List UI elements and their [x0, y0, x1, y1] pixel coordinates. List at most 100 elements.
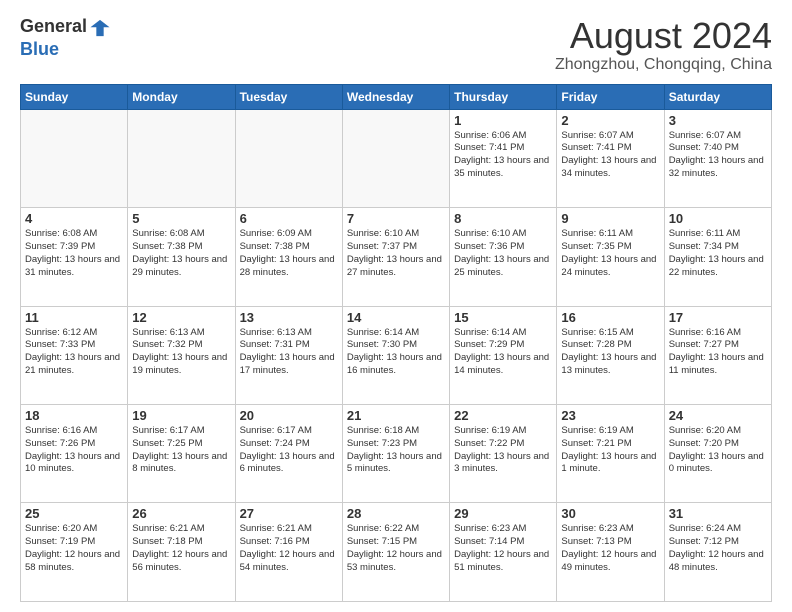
- day-info: Sunrise: 6:06 AM Sunset: 7:41 PM Dayligh…: [454, 130, 552, 181]
- day-number: 18: [25, 408, 123, 423]
- title-section: August 2024 Zhongzhou, Chongqing, China: [555, 16, 772, 74]
- day-info: Sunrise: 6:23 AM Sunset: 7:14 PM Dayligh…: [454, 523, 552, 574]
- calendar-cell: 19 Sunrise: 6:17 AM Sunset: 7:25 PM Dayli…: [128, 405, 235, 503]
- day-info: Sunrise: 6:21 AM Sunset: 7:18 PM Dayligh…: [132, 523, 230, 574]
- calendar-header-monday: Monday: [128, 84, 235, 109]
- calendar-cell: 28Sunrise: 6:22 AM Sunset: 7:15 PM Dayli…: [342, 503, 449, 602]
- day-number: 7: [347, 211, 445, 226]
- calendar-cell: 27Sunrise: 6:21 AM Sunset: 7:16 PM Dayli…: [235, 503, 342, 602]
- day-info: Sunrise: 6:22 AM Sunset: 7:15 PM Dayligh…: [347, 523, 445, 574]
- calendar-cell: 18 Sunrise: 6:16 AM Sunset: 7:26 PM Dayli…: [21, 405, 128, 503]
- day-info: Sunrise: 6:15 AM Sunset: 7:28 PM Dayligh…: [561, 327, 659, 378]
- calendar-cell: 6 Sunrise: 6:09 AM Sunset: 7:38 PM Daylig…: [235, 208, 342, 306]
- day-info: Sunrise: 6:17 AM Sunset: 7:25 PM Dayligh…: [132, 425, 230, 476]
- calendar-header-saturday: Saturday: [664, 84, 771, 109]
- day-number: 16: [561, 310, 659, 325]
- day-info: Sunrise: 6:16 AM Sunset: 7:26 PM Dayligh…: [25, 425, 123, 476]
- day-info: Sunrise: 6:14 AM Sunset: 7:29 PM Dayligh…: [454, 327, 552, 378]
- day-info: Sunrise: 6:20 AM Sunset: 7:19 PM Dayligh…: [25, 523, 123, 574]
- day-info: Sunrise: 6:13 AM Sunset: 7:32 PM Dayligh…: [132, 327, 230, 378]
- calendar-cell: 12 Sunrise: 6:13 AM Sunset: 7:32 PM Dayli…: [128, 306, 235, 404]
- day-number: 20: [240, 408, 338, 423]
- day-info: Sunrise: 6:18 AM Sunset: 7:23 PM Dayligh…: [347, 425, 445, 476]
- calendar-cell: 7 Sunrise: 6:10 AM Sunset: 7:37 PM Daylig…: [342, 208, 449, 306]
- logo-general: General: [20, 16, 87, 36]
- calendar-cell: 1 Sunrise: 6:06 AM Sunset: 7:41 PM Daylig…: [450, 109, 557, 207]
- calendar-cell: 21 Sunrise: 6:18 AM Sunset: 7:23 PM Dayli…: [342, 405, 449, 503]
- day-info: Sunrise: 6:16 AM Sunset: 7:27 PM Dayligh…: [669, 327, 767, 378]
- day-number: 27: [240, 506, 338, 521]
- calendar-cell: 22 Sunrise: 6:19 AM Sunset: 7:22 PM Dayli…: [450, 405, 557, 503]
- header: General Blue August 2024 Zhongzhou, Chon…: [20, 16, 772, 74]
- subtitle: Zhongzhou, Chongqing, China: [555, 56, 772, 74]
- day-number: 12: [132, 310, 230, 325]
- day-info: Sunrise: 6:23 AM Sunset: 7:13 PM Dayligh…: [561, 523, 659, 574]
- day-number: 3: [669, 113, 767, 128]
- calendar-cell: 11 Sunrise: 6:12 AM Sunset: 7:33 PM Dayli…: [21, 306, 128, 404]
- calendar-header-row: SundayMondayTuesdayWednesdayThursdayFrid…: [21, 84, 772, 109]
- day-number: 11: [25, 310, 123, 325]
- calendar-header-thursday: Thursday: [450, 84, 557, 109]
- day-number: 23: [561, 408, 659, 423]
- calendar-cell: 17 Sunrise: 6:16 AM Sunset: 7:27 PM Dayli…: [664, 306, 771, 404]
- day-info: Sunrise: 6:10 AM Sunset: 7:37 PM Dayligh…: [347, 228, 445, 279]
- day-info: Sunrise: 6:13 AM Sunset: 7:31 PM Dayligh…: [240, 327, 338, 378]
- day-info: Sunrise: 6:19 AM Sunset: 7:22 PM Dayligh…: [454, 425, 552, 476]
- day-number: 29: [454, 506, 552, 521]
- calendar-header-tuesday: Tuesday: [235, 84, 342, 109]
- day-number: 21: [347, 408, 445, 423]
- calendar-cell: 16 Sunrise: 6:15 AM Sunset: 7:28 PM Dayli…: [557, 306, 664, 404]
- calendar-header-friday: Friday: [557, 84, 664, 109]
- day-info: Sunrise: 6:11 AM Sunset: 7:34 PM Dayligh…: [669, 228, 767, 279]
- day-info: Sunrise: 6:09 AM Sunset: 7:38 PM Dayligh…: [240, 228, 338, 279]
- calendar-cell: 31 Sunrise: 6:24 AM Sunset: 7:12 PM Dayli…: [664, 503, 771, 602]
- calendar-cell: 24Sunrise: 6:20 AM Sunset: 7:20 PM Dayli…: [664, 405, 771, 503]
- calendar-cell: 8 Sunrise: 6:10 AM Sunset: 7:36 PM Daylig…: [450, 208, 557, 306]
- calendar-cell: 2Sunrise: 6:07 AM Sunset: 7:41 PM Daylig…: [557, 109, 664, 207]
- calendar-week-2: 4Sunrise: 6:08 AM Sunset: 7:39 PM Daylig…: [21, 208, 772, 306]
- day-info: Sunrise: 6:17 AM Sunset: 7:24 PM Dayligh…: [240, 425, 338, 476]
- logo-bird-icon: [89, 17, 111, 39]
- calendar-cell: [342, 109, 449, 207]
- day-number: 5: [132, 211, 230, 226]
- calendar-cell: 23Sunrise: 6:19 AM Sunset: 7:21 PM Dayli…: [557, 405, 664, 503]
- calendar-cell: [128, 109, 235, 207]
- day-info: Sunrise: 6:12 AM Sunset: 7:33 PM Dayligh…: [25, 327, 123, 378]
- day-number: 31: [669, 506, 767, 521]
- calendar-cell: 3 Sunrise: 6:07 AM Sunset: 7:40 PM Daylig…: [664, 109, 771, 207]
- day-number: 1: [454, 113, 552, 128]
- day-number: 14: [347, 310, 445, 325]
- logo-blue: Blue: [20, 39, 111, 60]
- day-number: 13: [240, 310, 338, 325]
- day-info: Sunrise: 6:24 AM Sunset: 7:12 PM Dayligh…: [669, 523, 767, 574]
- calendar-cell: 25Sunrise: 6:20 AM Sunset: 7:19 PM Dayli…: [21, 503, 128, 602]
- calendar-week-4: 18 Sunrise: 6:16 AM Sunset: 7:26 PM Dayli…: [21, 405, 772, 503]
- day-info: Sunrise: 6:11 AM Sunset: 7:35 PM Dayligh…: [561, 228, 659, 279]
- calendar-cell: [235, 109, 342, 207]
- day-info: Sunrise: 6:08 AM Sunset: 7:39 PM Dayligh…: [25, 228, 123, 279]
- calendar-cell: 10Sunrise: 6:11 AM Sunset: 7:34 PM Dayli…: [664, 208, 771, 306]
- calendar-cell: 20 Sunrise: 6:17 AM Sunset: 7:24 PM Dayli…: [235, 405, 342, 503]
- calendar-table: SundayMondayTuesdayWednesdayThursdayFrid…: [20, 84, 772, 602]
- logo-wrapper: General Blue: [20, 16, 111, 60]
- day-number: 8: [454, 211, 552, 226]
- day-info: Sunrise: 6:10 AM Sunset: 7:36 PM Dayligh…: [454, 228, 552, 279]
- calendar-cell: 26Sunrise: 6:21 AM Sunset: 7:18 PM Dayli…: [128, 503, 235, 602]
- page: General Blue August 2024 Zhongzhou, Chon…: [0, 0, 792, 612]
- calendar-week-1: 1 Sunrise: 6:06 AM Sunset: 7:41 PM Daylig…: [21, 109, 772, 207]
- day-number: 17: [669, 310, 767, 325]
- calendar-week-5: 25Sunrise: 6:20 AM Sunset: 7:19 PM Dayli…: [21, 503, 772, 602]
- day-info: Sunrise: 6:07 AM Sunset: 7:40 PM Dayligh…: [669, 130, 767, 181]
- calendar-cell: 5Sunrise: 6:08 AM Sunset: 7:38 PM Daylig…: [128, 208, 235, 306]
- day-number: 2: [561, 113, 659, 128]
- day-number: 19: [132, 408, 230, 423]
- day-number: 24: [669, 408, 767, 423]
- calendar-cell: 29 Sunrise: 6:23 AM Sunset: 7:14 PM Dayli…: [450, 503, 557, 602]
- day-number: 22: [454, 408, 552, 423]
- calendar-header-sunday: Sunday: [21, 84, 128, 109]
- logo-general-text: General: [20, 16, 111, 39]
- day-info: Sunrise: 6:14 AM Sunset: 7:30 PM Dayligh…: [347, 327, 445, 378]
- day-number: 6: [240, 211, 338, 226]
- calendar-cell: 9Sunrise: 6:11 AM Sunset: 7:35 PM Daylig…: [557, 208, 664, 306]
- calendar-cell: [21, 109, 128, 207]
